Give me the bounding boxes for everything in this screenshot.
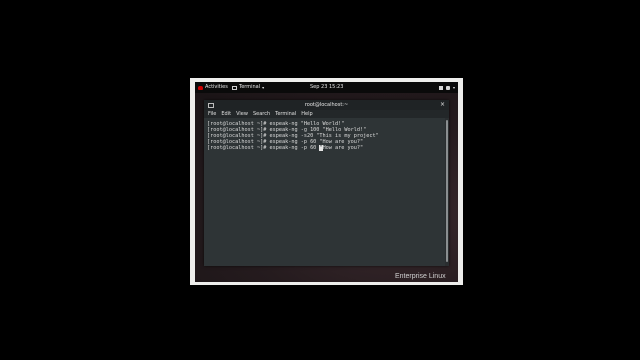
terminal-menubar: File Edit View Search Terminal Help — [204, 110, 449, 118]
menu-file[interactable]: File — [208, 110, 216, 118]
activities-button[interactable]: Activities — [198, 82, 228, 93]
red-hat-icon — [198, 85, 203, 90]
dropdown-arrow-icon: ▾ — [262, 85, 265, 90]
menu-search[interactable]: Search — [253, 110, 270, 118]
app-menu-label: Terminal — [239, 84, 261, 90]
vm-screen: Activities Terminal ▾ Sep 23 15:23 ▾ Ent… — [195, 82, 458, 282]
menu-terminal[interactable]: Terminal — [275, 110, 296, 118]
terminal-title: root@localhost:~ — [304, 102, 349, 108]
activities-label: Activities — [205, 84, 228, 90]
terminal-line-prefix: [root@localhost ~]# espeak-ng -p 60 — [207, 145, 320, 151]
close-icon[interactable]: × — [440, 100, 445, 110]
menu-view[interactable]: View — [236, 110, 248, 118]
terminal-output[interactable]: [root@localhost ~]# espeak-ng "Hello Wor… — [204, 118, 445, 266]
brand-watermark: Enterprise Linux — [395, 273, 446, 280]
power-icon: ▾ — [452, 85, 455, 90]
scrollbar-thumb[interactable] — [446, 120, 448, 262]
terminal-icon — [232, 85, 237, 90]
menu-help[interactable]: Help — [301, 110, 312, 118]
network-icon — [438, 85, 443, 90]
menu-edit[interactable]: Edit — [221, 110, 231, 118]
terminal-line-tail: How are you?" — [322, 145, 364, 151]
clock[interactable]: Sep 23 15:23 — [310, 82, 343, 93]
volume-icon — [445, 85, 450, 90]
terminal-window[interactable]: root@localhost:~ × File Edit View Search… — [204, 100, 449, 266]
system-tray[interactable]: ▾ — [438, 82, 455, 93]
gnome-top-bar: Activities Terminal ▾ Sep 23 15:23 ▾ — [195, 82, 458, 93]
terminal-titlebar[interactable]: root@localhost:~ × — [204, 100, 449, 110]
terminal-current-line[interactable]: [root@localhost ~]# espeak-ng -p 60 "How… — [207, 145, 443, 151]
terminal-scrollbar[interactable] — [445, 118, 449, 266]
app-menu-button[interactable]: Terminal ▾ — [232, 82, 264, 93]
